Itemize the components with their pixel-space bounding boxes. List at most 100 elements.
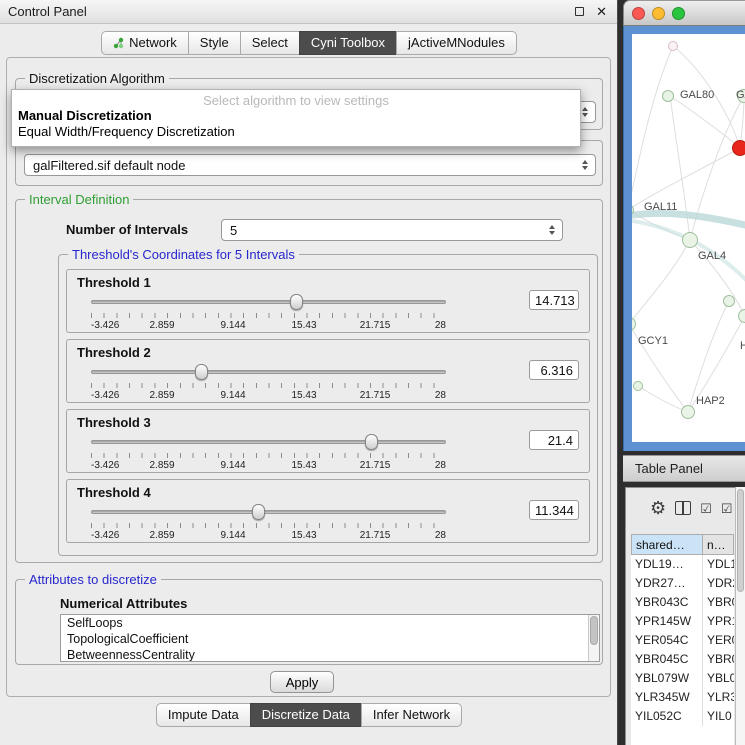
tick-label: 15.43 [291,390,316,401]
node-hap2[interactable] [681,405,695,419]
numerical-attributes-list: SelfLoopsTopologicalCoefficientBetweenne… [60,614,600,662]
threshold-slider[interactable]: -3.4262.8599.14415.4321.71528 [91,293,446,331]
attributes-scrollbar[interactable] [588,615,599,661]
network-node[interactable] [732,140,745,156]
table-panel-header[interactable]: Table Panel [623,455,745,482]
threshold-slider[interactable]: -3.4262.8599.14415.4321.71528 [91,363,446,401]
network-node[interactable] [723,295,735,307]
table-cell: YDR2 [703,574,734,593]
bottom-tab-bar: Impute Data Discretize Data Infer Network [0,703,618,727]
slider-tick-labels: -3.4262.8599.14415.4321.71528 [91,390,446,400]
popup-placeholder: Select algorithm to view settings [12,93,580,108]
control-panel-titlebar[interactable]: Control Panel ✕ [0,0,617,24]
attribute-item[interactable]: SelfLoops [61,615,599,631]
table-data-select[interactable]: galFiltered.sif default node [24,154,596,176]
control-panel-window: Control Panel ✕ Network StyleSelectCyni T… [0,0,618,745]
table-row[interactable]: YBR043CYBR0 [631,593,734,612]
threshold-slider[interactable]: -3.4262.8599.14415.4321.71528 [91,503,446,541]
tick-label: 28 [435,390,446,401]
table-body: YDL19…YDL1YDR27…YDR2YBR043CYBR0YPR145WYP… [631,555,734,726]
node-gal80[interactable] [662,90,674,102]
tab-cyni-toolbox[interactable]: Cyni Toolbox [299,31,397,55]
slider-thumb[interactable] [252,504,265,520]
top-tab-bar: Network StyleSelectCyni ToolboxjActiveMNo… [0,31,618,55]
threshold-value-field[interactable]: 11.344 [529,500,579,520]
column-header[interactable]: shared… [631,534,703,555]
minimize-light-icon[interactable] [652,7,665,20]
window-title: Control Panel [8,4,575,19]
slider-track[interactable] [91,370,446,374]
slider-thumb[interactable] [195,364,208,380]
tick-label: 21.715 [360,390,391,401]
float-window-icon[interactable] [575,7,584,16]
tick-label: 9.144 [220,320,245,331]
node-gal4[interactable] [682,232,698,248]
node-label: GAL80 [680,89,714,101]
threshold-value-field[interactable]: 21.4 [529,430,579,450]
tab-style[interactable]: Style [188,31,241,55]
scrollbar-thumb[interactable] [737,489,744,592]
attribute-item[interactable]: TopologicalCoefficient [61,631,599,647]
popup-option-manual-discretization[interactable]: Manual Discretization [12,108,580,124]
slider-track[interactable] [91,440,446,444]
tab-infer-network[interactable]: Infer Network [361,703,462,727]
checkbox-select-icon[interactable]: ☑ [721,502,733,515]
apply-button[interactable]: Apply [270,671,334,693]
network-node[interactable] [668,41,678,51]
threshold-label: Threshold 3 [77,415,151,430]
tick-label: -3.426 [91,390,119,401]
table-cell: YDL19… [631,555,703,574]
slider-track[interactable] [91,300,446,304]
scrollbar-thumb[interactable] [590,616,598,645]
checkbox-all-icon[interactable]: ☑ [700,502,712,515]
number-of-intervals-select[interactable]: 5 [221,219,563,241]
algorithm-dropdown-popup: Select algorithm to view settings Manual… [11,89,581,147]
tab-label: Discretize Data [262,707,350,722]
table-row[interactable]: YIL052CYIL0 [631,707,734,726]
tick-label: -3.426 [91,320,119,331]
table-row[interactable]: YBR045CYBR0 [631,650,734,669]
slider-track[interactable] [91,510,446,514]
close-light-icon[interactable] [632,7,645,20]
threshold-value-field[interactable]: 6.316 [529,360,579,380]
network-canvas[interactable]: GAL80GAGAL11GAL4HGCY1HAP2 [632,34,745,442]
threshold-slider[interactable]: -3.4262.8599.14415.4321.71528 [91,433,446,471]
slider-thumb[interactable] [365,434,378,450]
discretization-algorithm-label: Discretization Algorithm [25,71,169,86]
attributes-group-label: Attributes to discretize [25,572,161,587]
table-row[interactable]: YDR27…YDR2 [631,574,734,593]
table-row[interactable]: YDL19…YDL1 [631,555,734,574]
table-row[interactable]: YER054CYER0 [631,631,734,650]
table-row[interactable]: YLR345WYLR3 [631,688,734,707]
gear-icon[interactable]: ⚙ [650,499,666,517]
attribute-item[interactable]: BetweennessCentrality [61,647,599,662]
table-row[interactable]: YBL079WYBL0 [631,669,734,688]
table-cell: YER0 [703,631,734,650]
slider-thumb[interactable] [290,294,303,310]
tab-label: Network [129,35,177,50]
tab-impute-data[interactable]: Impute Data [156,703,251,727]
popup-option-equal-width-frequency[interactable]: Equal Width/Frequency Discretization [12,124,580,140]
table-row[interactable]: YPR145WYPR1 [631,612,734,631]
slider-ticks [91,523,446,528]
table-cell: YLR3 [703,688,734,707]
table-cell: YIL052C [631,707,703,726]
table-cell: YER054C [631,631,703,650]
tab-select[interactable]: Select [240,31,300,55]
tab-jactivemnodules[interactable]: jActiveMNodules [396,31,517,55]
tick-label: 9.144 [220,460,245,471]
threshold-label: Threshold 4 [77,485,151,500]
table-scrollbar[interactable] [735,487,745,745]
threshold-panel: Threshold 1-3.4262.8599.14415.4321.71528… [66,269,590,333]
column-header[interactable]: n… [702,534,734,555]
zoom-light-icon[interactable] [672,7,685,20]
threshold-value-field[interactable]: 14.713 [529,290,579,310]
network-window-titlebar[interactable] [623,0,745,26]
network-node[interactable] [633,381,643,391]
network-node[interactable] [738,309,745,323]
columns-icon[interactable] [675,501,691,515]
close-icon[interactable]: ✕ [596,5,607,18]
tab-network[interactable]: Network [101,31,189,55]
control-panel-content: Discretization Algorithm Select algorith… [6,57,611,697]
tab-discretize-data[interactable]: Discretize Data [250,703,362,727]
